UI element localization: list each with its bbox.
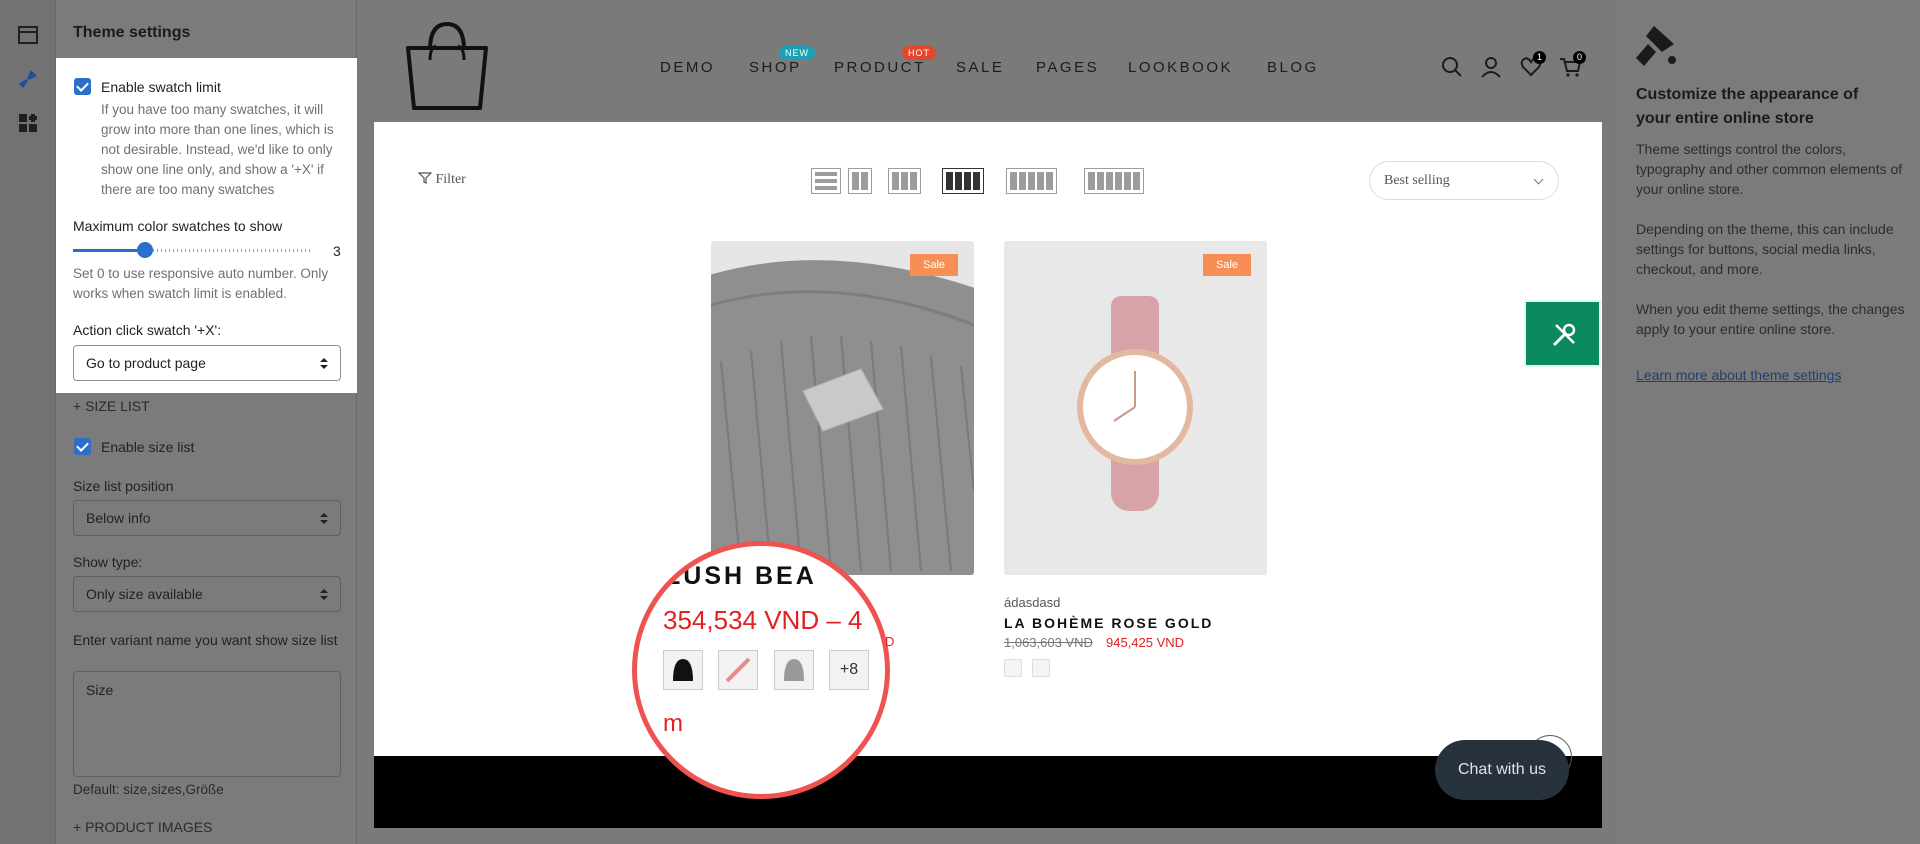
select-arrows-icon bbox=[320, 511, 328, 525]
sale-price: 945,425 VND bbox=[1106, 635, 1185, 650]
compare-at-price: 1,063,603 VND bbox=[1004, 635, 1093, 650]
pink-swatch-icon bbox=[725, 657, 751, 683]
layout-6-columns-button[interactable] bbox=[1084, 168, 1144, 194]
color-swatch[interactable] bbox=[1004, 659, 1022, 677]
swatch-pink[interactable] bbox=[718, 650, 758, 690]
color-swatch[interactable] bbox=[1032, 659, 1050, 677]
list-layout-icon bbox=[815, 172, 837, 190]
beanie-picture bbox=[711, 241, 974, 575]
nav-demo[interactable]: DEMO bbox=[660, 59, 715, 76]
enable-swatch-limit-help: If you have too many swatches, it will g… bbox=[101, 102, 334, 197]
watch-picture bbox=[1004, 241, 1267, 575]
zoomed-product-title: LUSH BEA bbox=[665, 562, 817, 590]
info-paragraph-2: Depending on the theme, this can include… bbox=[1636, 221, 1894, 277]
apps-icon[interactable] bbox=[17, 112, 39, 134]
max-swatches-help: Set 0 to use responsive auto number. Onl… bbox=[73, 266, 329, 301]
product-image-watch[interactable]: Sale bbox=[1004, 241, 1267, 575]
sections-icon[interactable] bbox=[17, 24, 39, 46]
sort-select[interactable]: Best selling bbox=[1369, 161, 1559, 200]
filter-icon bbox=[417, 172, 433, 184]
action-click-select[interactable]: Go to product page bbox=[73, 345, 341, 381]
cart-count: 0 bbox=[1573, 51, 1586, 64]
enable-swatch-limit-checkbox[interactable] bbox=[74, 78, 91, 95]
footer-band bbox=[374, 756, 1602, 828]
collection-content bbox=[374, 122, 1602, 756]
filter-button[interactable]: Filter bbox=[417, 172, 466, 188]
chat-button[interactable]: Chat with us bbox=[1435, 740, 1569, 800]
price-tail: D bbox=[885, 634, 895, 649]
product-images-heading[interactable]: + PRODUCT IMAGES bbox=[73, 819, 212, 835]
product-vendor: ádasdasd bbox=[1004, 595, 1061, 610]
max-swatches-value: 3 bbox=[333, 243, 341, 259]
show-type-select[interactable]: Only size available bbox=[73, 576, 341, 612]
variant-name-label: Enter variant name you want show size li… bbox=[73, 632, 338, 648]
product-title[interactable]: LA BOHÈME ROSE GOLD bbox=[1004, 615, 1213, 631]
new-badge: NEW bbox=[779, 46, 815, 60]
bag-logo-icon[interactable] bbox=[400, 20, 494, 112]
filter-label: Filter bbox=[435, 172, 466, 187]
panel-title: Theme settings bbox=[73, 24, 191, 41]
account-icon[interactable] bbox=[1480, 56, 1502, 78]
enable-size-list-checkbox[interactable] bbox=[74, 438, 91, 455]
theme-tools-button[interactable] bbox=[1524, 300, 1601, 367]
layout-5-columns-button[interactable] bbox=[1006, 168, 1057, 194]
more-swatches-button[interactable]: +8 bbox=[829, 650, 869, 690]
black-beanie-icon bbox=[673, 659, 693, 681]
swatch-black[interactable] bbox=[663, 650, 703, 690]
sale-badge: Sale bbox=[910, 254, 958, 276]
zoom-magnifier: LUSH BEA 354,534 VND – 4 +8 m bbox=[632, 541, 890, 799]
size-list-position-value: Below info bbox=[86, 510, 151, 526]
product-image-beanie[interactable]: Sale bbox=[711, 241, 974, 575]
hot-badge: HOT bbox=[902, 46, 936, 60]
tools-icon bbox=[1552, 323, 1576, 347]
nav-product[interactable]: PRODUCT bbox=[834, 59, 926, 76]
variant-name-textarea[interactable]: Size bbox=[73, 671, 341, 777]
grey-beanie-icon bbox=[784, 659, 804, 681]
variant-name-help: Default: size,sizes,Größe bbox=[73, 782, 224, 797]
enable-swatch-limit-label: Enable swatch limit bbox=[101, 79, 221, 95]
zoomed-extra-text: m bbox=[663, 710, 683, 737]
nav-sale[interactable]: SALE bbox=[956, 59, 1004, 76]
max-swatches-slider[interactable] bbox=[137, 242, 153, 258]
info-paragraph-3: When you edit theme settings, the change… bbox=[1636, 301, 1905, 337]
action-click-label: Action click swatch '+X': bbox=[73, 322, 222, 338]
max-swatches-fill bbox=[73, 249, 145, 252]
size-list-position-label: Size list position bbox=[73, 478, 174, 494]
select-arrows-icon bbox=[320, 356, 328, 370]
swatch-grey[interactable] bbox=[774, 650, 814, 690]
show-type-label: Show type: bbox=[73, 554, 143, 570]
layout-4-columns-button[interactable] bbox=[942, 168, 984, 194]
enable-size-list-label: Enable size list bbox=[101, 439, 195, 455]
info-title: Customize the appearance of your entire … bbox=[1636, 86, 1859, 127]
sale-badge: Sale bbox=[1203, 254, 1251, 276]
editor-icon-rail bbox=[0, 0, 56, 844]
nav-blog[interactable]: BLOG bbox=[1267, 59, 1319, 76]
max-swatches-label: Maximum color swatches to show bbox=[73, 218, 283, 234]
info-paragraph-1: Theme settings control the colors, typog… bbox=[1636, 141, 1903, 197]
wishlist-count: 1 bbox=[1533, 51, 1546, 64]
nav-lookbook[interactable]: LOOKBOOK bbox=[1128, 59, 1233, 76]
size-list-heading[interactable]: + SIZE LIST bbox=[73, 398, 150, 414]
paint-roller-icon bbox=[1636, 26, 1676, 66]
nav-shop[interactable]: SHOP bbox=[749, 59, 802, 76]
brush-icon[interactable] bbox=[17, 68, 39, 90]
layout-2-columns-button[interactable] bbox=[848, 168, 872, 194]
layout-list-button[interactable] bbox=[811, 168, 841, 194]
select-arrows-icon bbox=[320, 587, 328, 601]
nav-pages[interactable]: PAGES bbox=[1036, 59, 1099, 76]
zoomed-price: 354,534 VND – 4 bbox=[663, 605, 863, 635]
show-type-value: Only size available bbox=[86, 586, 203, 602]
size-list-position-select[interactable]: Below info bbox=[73, 500, 341, 536]
search-icon[interactable] bbox=[1441, 56, 1463, 78]
action-click-value: Go to product page bbox=[86, 355, 206, 371]
learn-more-link[interactable]: Learn more about theme settings bbox=[1636, 367, 1841, 383]
layout-3-columns-button[interactable] bbox=[888, 168, 921, 194]
